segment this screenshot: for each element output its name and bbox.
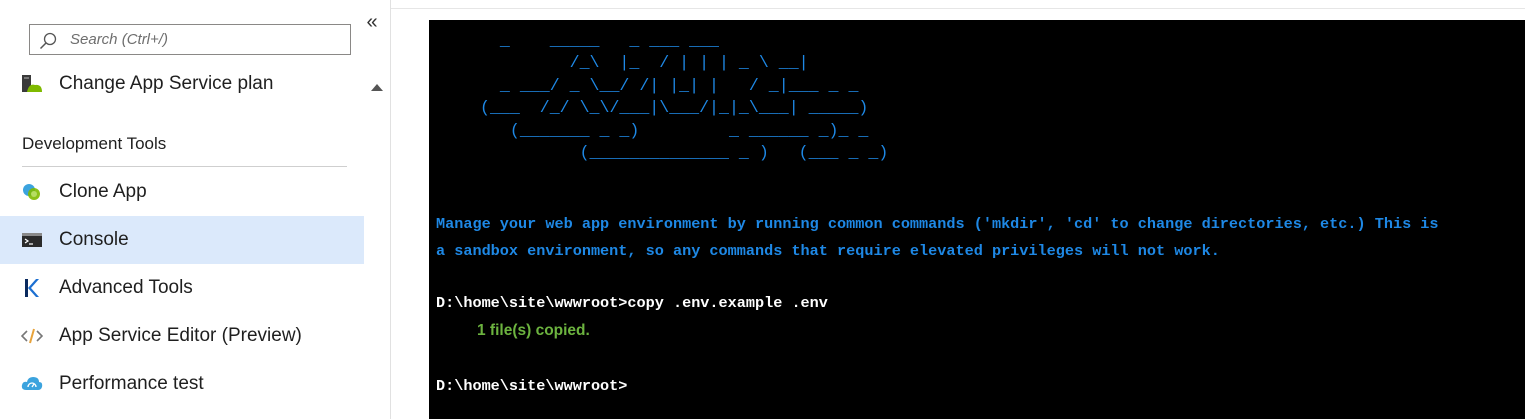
pane-divider [390, 0, 391, 419]
menu-item-change-app-service-plan[interactable]: Change App Service plan [0, 60, 364, 108]
sidebar-scrollbar[interactable] [365, 70, 390, 419]
console-terminal[interactable]: _ _____ _ ___ ___ /_\ |_ / | | | _ \ __|… [429, 20, 1525, 419]
menu-item-label: Change App Service plan [59, 73, 274, 94]
menu-item-label: Advanced Tools [59, 277, 193, 298]
menu-item-label: App Service Editor (Preview) [59, 325, 302, 346]
section-divider [22, 166, 347, 167]
header-rule [391, 8, 1525, 9]
search-input[interactable] [70, 25, 340, 54]
app-service-plan-icon [22, 75, 42, 92]
ascii-banner: _ _____ _ ___ ___ /_\ |_ / | | | _ \ __|… [480, 31, 889, 163]
console-output-line: 1 file(s) copied. [477, 322, 590, 339]
performance-test-icon [21, 377, 43, 390]
clone-app-icon [23, 184, 40, 200]
menu-item-label: Performance test [59, 373, 204, 394]
menu-item-app-service-editor[interactable]: App Service Editor (Preview) [0, 312, 364, 360]
menu-item-label: Clone App [59, 181, 147, 202]
code-editor-icon [21, 328, 43, 344]
menu-item-label: Console [59, 229, 129, 250]
console-welcome-message: Manage your web app environment by runni… [436, 215, 1439, 260]
section-heading-development-tools: Development Tools [22, 134, 167, 153]
menu-item-clone-app[interactable]: Clone App [0, 168, 364, 216]
menu-item-advanced-tools[interactable]: Advanced Tools [0, 264, 364, 312]
console-icon [22, 233, 42, 247]
menu-item-console[interactable]: Console [0, 216, 364, 264]
console-command-line: D:\home\site\wwwroot>copy .env.example .… [436, 294, 828, 312]
scroll-up-arrow-icon[interactable] [371, 84, 383, 91]
console-prompt-input[interactable]: D:\home\site\wwwroot> [436, 377, 627, 395]
menu-item-performance-test[interactable]: Performance test [0, 360, 364, 408]
search-box[interactable] [29, 24, 351, 55]
sidebar: « Change App Service plan Development To… [0, 0, 390, 419]
kudu-icon [25, 279, 39, 297]
search-icon [39, 32, 57, 50]
collapse-sidebar-button[interactable]: « [362, 12, 382, 34]
